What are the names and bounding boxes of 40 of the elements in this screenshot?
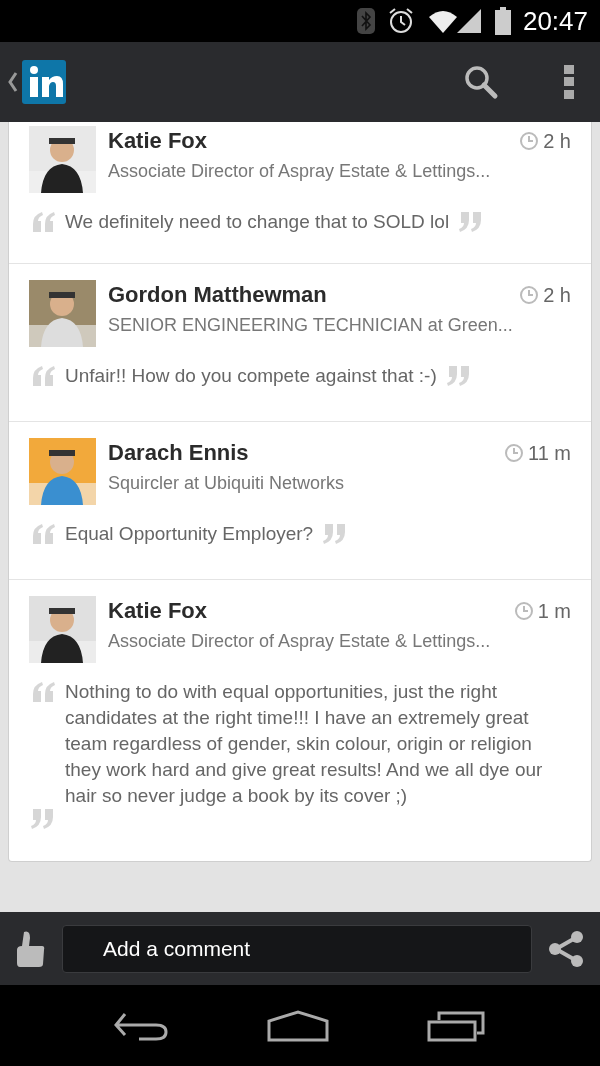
author-name: Darach Ennis <box>108 439 250 467</box>
comment-text: We definitely need to change that to SOLD lol <box>65 210 450 234</box>
clock-icon <box>504 443 524 463</box>
comment-input-field[interactable]: Add a comment <box>62 924 532 973</box>
clock-icon <box>519 285 540 305</box>
comment-time: 2 h <box>543 129 571 154</box>
share-icon <box>548 929 584 968</box>
author-name: Katie Fox <box>108 597 209 625</box>
like-button[interactable] <box>16 929 46 968</box>
back-icon <box>113 1010 169 1041</box>
bluetooth-icon <box>356 8 375 34</box>
author-name: Gordon Matthewman <box>108 281 328 309</box>
comment-time: 11 m <box>528 441 571 466</box>
comment-text: Nothing to do with equal opportunities, just the right candidates at the right time!!! I have an extremely great team regardless of gender, skin colour, origin or religion they work hard and give great results! And we all dye our hair so never judge a book by its cover ;) <box>65 680 544 808</box>
comment-time: 1 m <box>537 599 571 624</box>
signal-icon <box>426 7 483 35</box>
thumbs-up-icon <box>16 929 46 968</box>
home-icon <box>267 1009 329 1042</box>
author-headline: Associate Director of Aspray Estate & Lettings... <box>108 630 492 653</box>
home-nav-button[interactable] <box>267 1009 329 1042</box>
author-headline: SENIOR ENGINEERING TECHNICIAN at Green... <box>108 314 514 337</box>
author-headline: Squircler at Ubiquiti Networks <box>108 472 346 495</box>
author-headline: Associate Director of Aspray Estate & Lettings... <box>108 160 492 183</box>
back-chevron-icon <box>8 71 18 93</box>
search-icon <box>463 64 499 100</box>
back-button[interactable] <box>8 60 66 104</box>
back-nav-button[interactable] <box>113 1010 169 1041</box>
author-name: Katie Fox <box>108 127 209 155</box>
logo-icon <box>22 60 66 104</box>
clock-icon <box>519 131 540 151</box>
clock-icon <box>513 601 534 621</box>
comment-text: Unfair!! How do you compete against that :-) <box>65 364 437 388</box>
share-button[interactable] <box>548 929 584 968</box>
recents-nav-button[interactable] <box>427 1009 487 1042</box>
recent-apps-icon <box>427 1009 487 1042</box>
comment-time: 2 h <box>543 283 571 308</box>
comment-text: Equal Opportunity Employer? <box>65 522 314 546</box>
overflow-menu-icon <box>564 65 574 99</box>
battery-icon <box>494 7 511 35</box>
status-time: 20:47 <box>522 4 588 38</box>
